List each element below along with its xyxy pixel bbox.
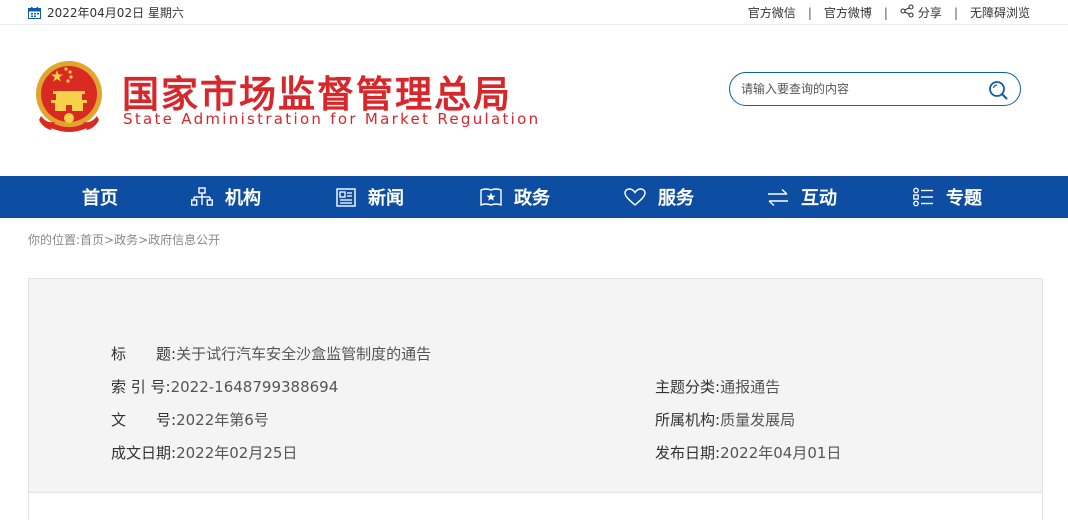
topic-list-icon — [912, 187, 934, 207]
newspaper-icon — [336, 187, 356, 207]
top-bar: 2022年04月02日 星期六 官方微信 | 官方微博 | 分享 | 无障碍浏览 — [0, 0, 1068, 25]
org-chart-icon — [191, 187, 213, 207]
wechat-link[interactable]: 官方微信 — [748, 4, 796, 21]
nav-item-label: 专题 — [946, 188, 982, 209]
swap-arrows-icon — [767, 188, 789, 207]
nav-item-label: 首页 — [82, 188, 118, 209]
nav-item-label: 新闻 — [368, 188, 404, 209]
doc-created-row: 成文日期:2022年02月25日 — [111, 442, 297, 463]
doc-title-label: 标 题: — [111, 345, 177, 363]
document-info-panel: 标 题:关于试行汽车安全沙盒监管制度的通告 索 引 号:2022-1648799… — [28, 278, 1043, 493]
doc-created-label: 成文日期: — [111, 444, 177, 462]
calendar-icon — [28, 6, 41, 19]
accessible-browsing-link[interactable]: 无障碍浏览 — [970, 4, 1030, 21]
search-icon[interactable] — [988, 80, 1008, 100]
national-emblem-icon — [33, 58, 105, 134]
nav-item-label: 服务 — [658, 188, 694, 209]
date-text: 2022年04月02日 星期六 — [47, 6, 184, 20]
doc-published-value: 2022年04月01日 — [720, 444, 842, 462]
doc-org-row: 所属机构:质量发展局 — [655, 409, 795, 430]
nav-item-label: 互动 — [801, 188, 837, 209]
separator: | — [807, 5, 812, 20]
doc-created-value: 2022年02月25日 — [176, 444, 298, 462]
date-display: 2022年04月02日 星期六 — [28, 4, 184, 21]
doc-org-value: 质量发展局 — [720, 411, 796, 429]
doc-index-label: 索 引 号: — [111, 378, 171, 396]
search-input[interactable] — [741, 80, 981, 98]
nav-item-news[interactable]: 新闻 — [336, 176, 404, 218]
site-subtitle: State Administration for Market Regulati… — [123, 110, 541, 128]
weibo-link[interactable]: 官方微博 — [824, 4, 872, 21]
top-links: 官方微信 | 官方微博 | 分享 | 无障碍浏览 — [748, 4, 1030, 21]
doc-number-label: 文 号: — [111, 411, 177, 429]
share-label: 分享 — [917, 6, 942, 20]
star-book-icon — [480, 187, 502, 207]
doc-index-value: 2022-1648799388694 — [170, 378, 339, 396]
nav-item-government-affairs[interactable]: 政务 — [480, 176, 550, 218]
doc-title-row: 标 题:关于试行汽车安全沙盒监管制度的通告 — [111, 343, 431, 364]
share-link[interactable]: 分享 — [900, 4, 942, 21]
nav-item-interaction[interactable]: 互动 — [767, 176, 837, 218]
doc-published-row: 发布日期:2022年04月01日 — [655, 442, 841, 463]
nav-item-home[interactable]: 首页 — [82, 176, 118, 218]
nav-item-organization[interactable]: 机构 — [191, 176, 261, 218]
heart-icon — [624, 187, 646, 207]
share-icon — [900, 4, 914, 21]
nav-item-label: 政务 — [514, 188, 550, 209]
separator: | — [883, 5, 888, 20]
breadcrumb[interactable]: 你的位置:首页>政务>政府信息公开 — [28, 231, 220, 248]
doc-topic-row: 主题分类:通报通告 — [655, 376, 780, 397]
main-nav: 首页 机构 新闻 政务 服务 互动 专题 — [0, 176, 1068, 218]
nav-item-services[interactable]: 服务 — [624, 176, 694, 218]
separator: | — [953, 5, 958, 20]
nav-item-label: 机构 — [225, 188, 261, 209]
doc-topic-value: 通报通告 — [720, 378, 781, 396]
doc-org-label: 所属机构: — [655, 411, 721, 429]
site-header: 国家市场监督管理总局 State Administration for Mark… — [0, 26, 1068, 176]
doc-published-label: 发布日期: — [655, 444, 721, 462]
doc-index-row: 索 引 号:2022-1648799388694 — [111, 376, 338, 397]
doc-number-row: 文 号:2022年第6号 — [111, 409, 269, 430]
nav-item-topics[interactable]: 专题 — [912, 176, 982, 218]
content-area — [28, 493, 1043, 520]
doc-number-value: 2022年第6号 — [176, 411, 269, 429]
doc-title-value: 关于试行汽车安全沙盒监管制度的通告 — [176, 345, 432, 363]
search-box — [729, 72, 1021, 106]
doc-topic-label: 主题分类: — [655, 378, 721, 396]
